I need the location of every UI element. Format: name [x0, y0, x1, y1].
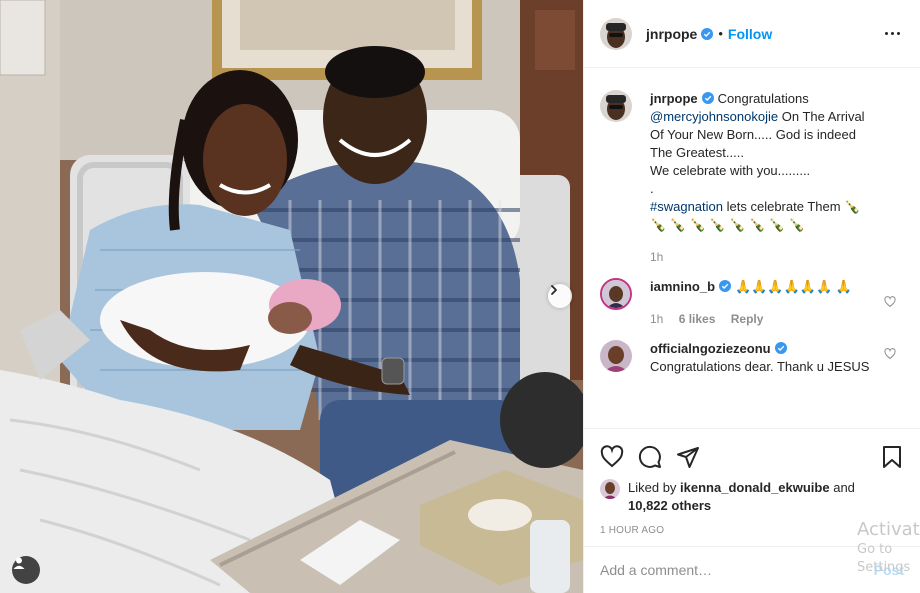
- caption-line1: Congratulations: [717, 91, 809, 106]
- caption-username[interactable]: jnrpope: [650, 91, 698, 106]
- liker-avatar[interactable]: [600, 479, 620, 499]
- caption-avatar[interactable]: [600, 90, 632, 122]
- liked-by-user[interactable]: ikenna_donald_ekwuibe: [680, 480, 830, 495]
- separator-dot: •: [718, 26, 723, 41]
- verified-badge-icon: [701, 27, 714, 40]
- user-tags-button[interactable]: [12, 556, 40, 584]
- more-options-button[interactable]: [881, 28, 904, 39]
- post-header: jnrpope • Follow: [584, 0, 920, 68]
- caption-line4: .: [650, 181, 654, 196]
- liked-by-prefix: Liked by: [628, 480, 677, 495]
- more-options-icon: [885, 32, 888, 35]
- comment-item: iamnino_b 🙏🙏🙏🙏🙏🙏 🙏 1h 6 likes Reply: [600, 266, 904, 328]
- caption-meta: 1h: [650, 248, 878, 266]
- follow-button[interactable]: Follow: [728, 26, 772, 42]
- liked-by-and: and: [833, 480, 855, 495]
- liked-by-others[interactable]: 10,822 others: [628, 498, 711, 513]
- avatar-image: [600, 17, 632, 50]
- comment-avatar[interactable]: [600, 278, 632, 310]
- heart-icon[interactable]: [600, 445, 624, 469]
- likes-summary: Liked by ikenna_donald_ekwuibe and 10,82…: [600, 479, 904, 515]
- comment-text: officialngoziezeonu Congratulations dear.…: [650, 340, 878, 376]
- caption-hashtag[interactable]: #swagnation: [650, 199, 723, 214]
- comments-list[interactable]: jnrpope Congratulations @mercyjohnsonokoj…: [584, 68, 920, 428]
- post-photo[interactable]: [0, 0, 583, 593]
- caption-line3: We celebrate with you.........: [650, 163, 811, 178]
- comment-body: 🙏🙏🙏🙏🙏🙏 🙏: [735, 279, 852, 294]
- user-tags-icon: [13, 557, 25, 569]
- verified-badge-icon: [774, 342, 787, 354]
- comment-reply-button[interactable]: Reply: [731, 312, 764, 326]
- heart-icon[interactable]: [884, 296, 896, 308]
- caption-time[interactable]: 1h: [650, 250, 663, 264]
- caption: jnrpope Congratulations @mercyjohnsonokoj…: [600, 68, 904, 266]
- post-timestamp[interactable]: 1 HOUR AGO: [600, 525, 904, 536]
- comment-likes[interactable]: 6 likes: [679, 312, 716, 326]
- liked-by-text: Liked by ikenna_donald_ekwuibe and 10,82…: [628, 479, 855, 515]
- comment-icon[interactable]: [638, 445, 662, 469]
- chevron-right-icon: [551, 285, 557, 295]
- comment-item: officialngoziezeonu Congratulations dear.…: [600, 328, 904, 376]
- comment-input[interactable]: [600, 562, 874, 578]
- comment-body: Congratulations dear. Thank u JESUS: [650, 359, 870, 374]
- avatar[interactable]: [600, 17, 632, 50]
- post-username[interactable]: jnrpope: [646, 26, 697, 42]
- save-icon[interactable]: [880, 445, 904, 469]
- action-bar: [600, 437, 904, 477]
- verified-badge-icon: [701, 92, 714, 104]
- add-comment-bar: Post: [584, 546, 920, 593]
- share-icon[interactable]: [676, 445, 700, 469]
- comment-avatar[interactable]: [600, 340, 632, 372]
- next-photo-button[interactable]: [548, 284, 572, 308]
- comment-meta: 1h 6 likes Reply: [650, 310, 878, 328]
- comment-username[interactable]: officialngoziezeonu: [650, 341, 771, 356]
- post-actions: Liked by ikenna_donald_ekwuibe and 10,82…: [584, 428, 920, 546]
- comment-time[interactable]: 1h: [650, 312, 663, 326]
- caption-mention[interactable]: @mercyjohnsonokojie: [650, 109, 778, 124]
- heart-icon[interactable]: [884, 348, 896, 360]
- post-comment-button[interactable]: Post: [874, 562, 904, 578]
- comment-text: iamnino_b 🙏🙏🙏🙏🙏🙏 🙏 1h 6 likes Reply: [650, 278, 878, 328]
- comment-username[interactable]: iamnino_b: [650, 279, 715, 294]
- post-details-panel: jnrpope • Follow jnrpope Congratulations…: [583, 0, 920, 593]
- caption-text: jnrpope Congratulations @mercyjohnsonokoj…: [650, 90, 878, 266]
- verified-badge-icon: [719, 280, 732, 292]
- photo-image: [0, 0, 583, 593]
